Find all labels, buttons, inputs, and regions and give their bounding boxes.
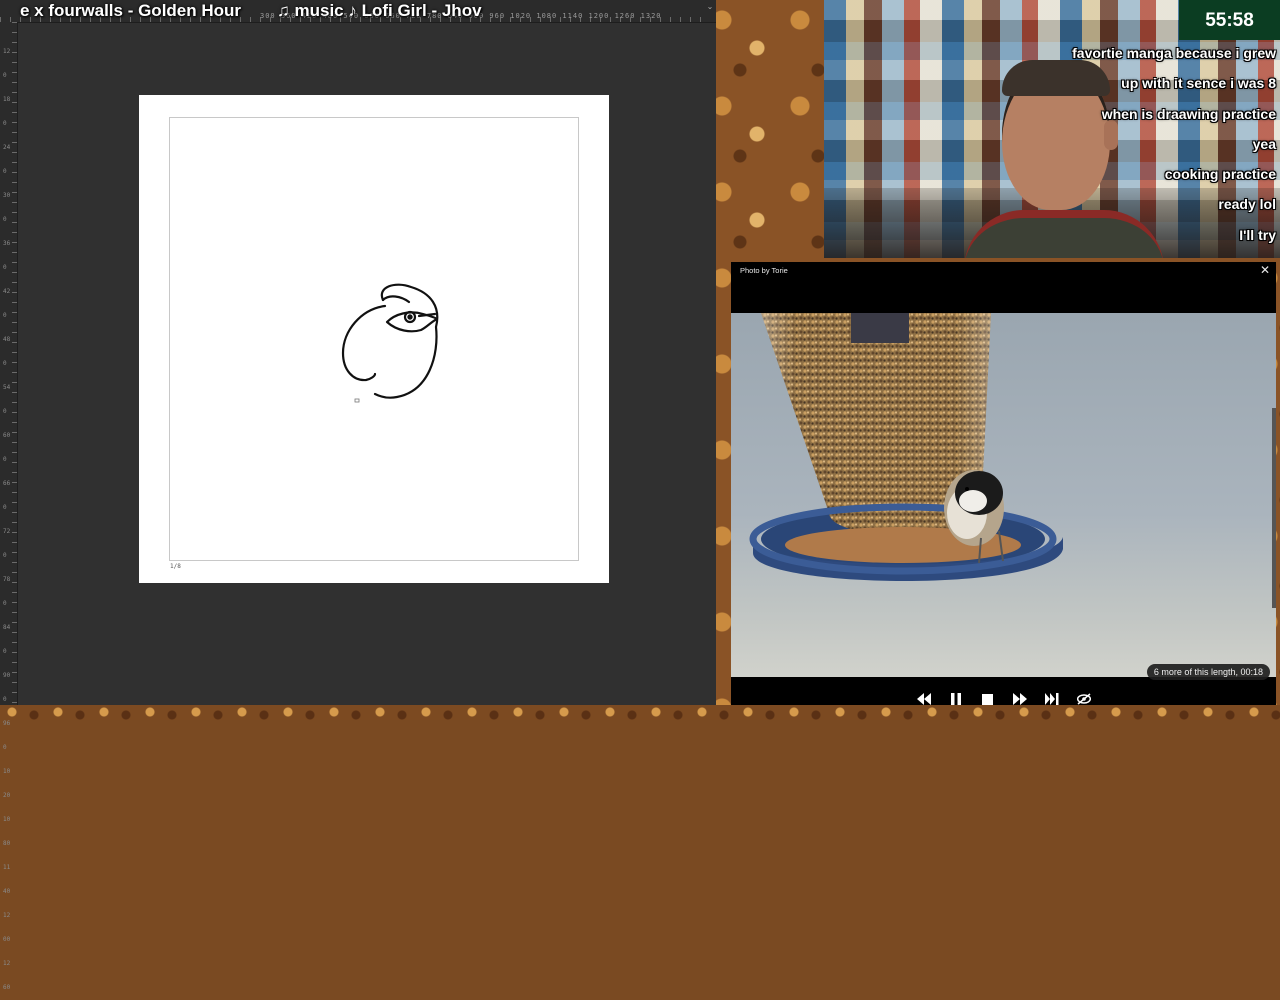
- chat-message: I'll try: [1239, 226, 1276, 243]
- drawing-app-window: 300 360 420 480 540 600 660 720 780 840 …: [0, 0, 716, 991]
- chat-overlay: favortie manga because i grew up with it…: [1072, 38, 1276, 258]
- viewer-scrollbar[interactable]: [1272, 408, 1276, 608]
- chat-message: when is draawing practice: [1101, 105, 1276, 122]
- viewer-title: Photo by Torie: [740, 266, 788, 275]
- canvas-page[interactable]: 1/8: [139, 95, 609, 583]
- webcam-feed: 55:58 favortie manga because i grew up w…: [824, 0, 1280, 258]
- chat-message: animar: [1072, 250, 1276, 258]
- ticker-music: ♫ music ♪ Lofi Girl - Jhov: [277, 1, 482, 20]
- ticker-song: e x fourwalls - Golden Hour: [20, 1, 242, 20]
- photo-viewer: Photo by Torie ✕ 6 more of this length, …: [731, 262, 1276, 712]
- chevron-down-icon[interactable]: ⌄: [704, 0, 716, 22]
- bird-feeder-photo[interactable]: [731, 313, 1276, 677]
- chat-message: favortie manga because i grew: [1072, 45, 1276, 61]
- chat-message: yea: [1252, 135, 1276, 152]
- vertical-ruler-ticks: 120 180 240 300 360 420 480 540 600 660 …: [3, 48, 11, 991]
- bird-doodle-sketch: [341, 283, 439, 403]
- chat-message: cooking practice: [1164, 166, 1276, 183]
- feeder-illustration: [749, 313, 1063, 581]
- chat-message: up with it sence i was 8: [1121, 75, 1276, 92]
- bottom-background-strip: [0, 705, 1280, 720]
- close-icon[interactable]: ✕: [1260, 263, 1270, 277]
- chat-message: ready lol: [1218, 196, 1276, 213]
- page-indicator: 1/8: [170, 563, 181, 570]
- stream-timer: 55:58: [1179, 0, 1280, 40]
- now-playing-ticker: e x fourwalls - Golden Hour ♫ music ♪ Lo…: [0, 0, 716, 22]
- queue-toast: 6 more of this length, 00:18: [1146, 664, 1270, 680]
